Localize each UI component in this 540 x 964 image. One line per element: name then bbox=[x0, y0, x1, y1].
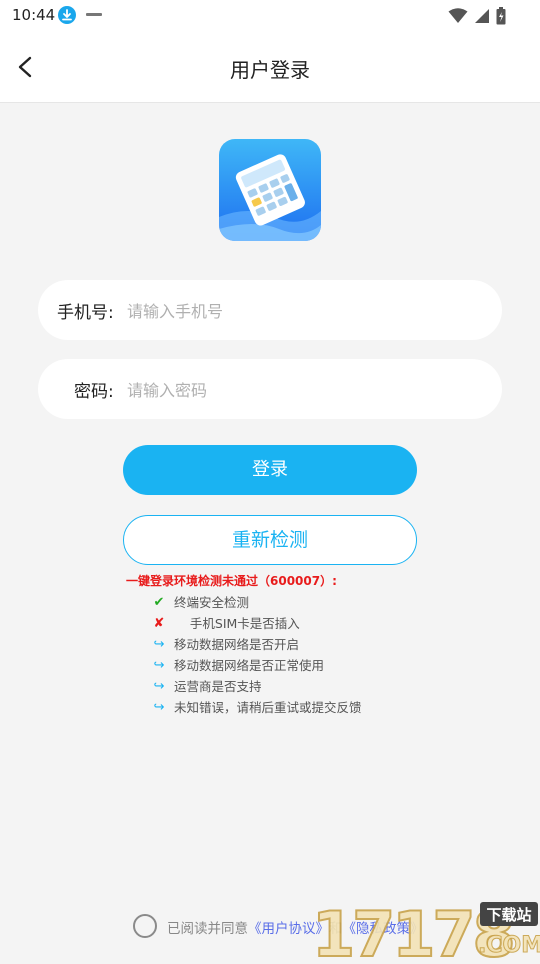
check-item-text: 手机SIM卡是否插入 bbox=[174, 616, 300, 631]
check-item-text: 终端安全检测 bbox=[174, 595, 250, 610]
check-pending-icon: ↪ bbox=[153, 679, 165, 694]
app-logo bbox=[219, 139, 321, 241]
check-item-text: 运营商是否支持 bbox=[174, 679, 262, 694]
password-label: 密码: bbox=[74, 381, 114, 402]
agreement-prefix: 已阅读并同意 bbox=[167, 921, 248, 937]
download-icon bbox=[58, 6, 76, 24]
app-header: 用户登录 bbox=[0, 32, 540, 103]
check-item-text: 未知错误，请稍后重试或提交反馈 bbox=[174, 700, 362, 715]
status-time: 10:44 bbox=[12, 6, 56, 24]
check-pass-icon: ✔ bbox=[153, 595, 165, 610]
calculator-icon bbox=[219, 139, 321, 241]
notification-icon bbox=[86, 13, 102, 16]
page-title: 用户登录 bbox=[230, 58, 310, 82]
password-field: 密码: bbox=[38, 359, 502, 419]
status-bar: 10:44 bbox=[0, 0, 540, 32]
watermark-logo: 17178 下载站 .COM bbox=[308, 896, 540, 964]
svg-text:.COM: .COM bbox=[478, 933, 540, 958]
check-item-text: 移动数据网络是否正常使用 bbox=[174, 658, 325, 673]
check-pending-icon: ↪ bbox=[153, 658, 165, 673]
check-pending-icon: ↪ bbox=[153, 637, 165, 652]
signal-icon bbox=[475, 9, 489, 23]
battery-icon bbox=[496, 7, 506, 25]
check-item-text: 移动数据网络是否开启 bbox=[174, 637, 300, 652]
phone-input[interactable] bbox=[125, 290, 459, 332]
phone-field: 手机号: bbox=[38, 280, 502, 340]
retry-detect-button[interactable]: 重新检测 bbox=[123, 515, 417, 565]
check-error-title: 一键登录环境检测未通过（600007）: bbox=[126, 574, 337, 588]
check-pending-icon: ↪ bbox=[153, 700, 165, 715]
agree-radio[interactable] bbox=[133, 914, 157, 938]
check-fail-icon: ✘ bbox=[153, 616, 165, 631]
svg-text:下载站: 下载站 bbox=[486, 906, 531, 924]
wifi-icon bbox=[448, 8, 468, 23]
phone-label: 手机号: bbox=[57, 302, 114, 323]
login-button[interactable]: 登录 bbox=[123, 445, 417, 495]
password-input[interactable] bbox=[125, 369, 459, 411]
